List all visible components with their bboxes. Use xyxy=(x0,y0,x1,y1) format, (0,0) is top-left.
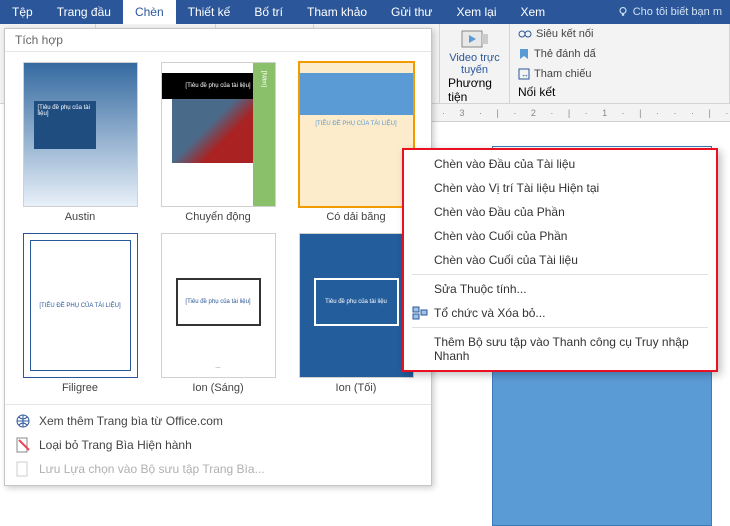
tab-design[interactable]: Thiết kế xyxy=(176,0,243,24)
tab-references[interactable]: Tham khảo xyxy=(295,0,379,24)
organize-icon xyxy=(412,305,428,321)
online-video-button[interactable]: Video trực tuyến xyxy=(448,28,501,76)
save-gallery-icon xyxy=(15,461,31,477)
gallery-section-title: Tích hợp xyxy=(5,29,431,52)
lightbulb-icon xyxy=(617,6,629,18)
context-organize-delete[interactable]: Tổ chức và Xóa bỏ... xyxy=(406,301,714,325)
gallery-item-codaibang[interactable]: [TIÊU ĐỀ PHỤ CỦA TÀI LIỆU] Có dải băng xyxy=(295,62,417,223)
gallery-item-filigree[interactable]: [TIÊU ĐỀ PHỤ CỦA TÀI LIỆU] Filigree xyxy=(19,233,141,394)
bookmark-label: Thẻ đánh dấ xyxy=(534,48,596,60)
separator xyxy=(412,327,708,328)
tab-home[interactable]: Trang đầu xyxy=(45,0,123,24)
tab-view[interactable]: Xem xyxy=(508,0,557,24)
remove-page-icon xyxy=(15,437,31,453)
links-group-label: Nối kết xyxy=(518,85,721,99)
separator xyxy=(412,274,708,275)
crossref-icon: ↔ xyxy=(518,68,530,80)
gallery-item-ionsang[interactable]: [Tiêu đề phụ của tài liệu] — Ion (Sáng) xyxy=(157,233,279,394)
context-edit-properties[interactable]: Sửa Thuộc tính... xyxy=(406,277,714,301)
tell-me-search[interactable]: Cho tôi biết bạn m xyxy=(609,6,730,18)
context-add-qat[interactable]: Thêm Bộ sưu tập vào Thanh công cụ Truy n… xyxy=(406,330,714,368)
crossref-button[interactable]: ↔ Tham chiếu xyxy=(518,68,721,80)
context-insert-doc-begin[interactable]: Chèn vào Đầu của Tài liệu xyxy=(406,152,714,176)
media-group-label: Phương tiện xyxy=(448,76,501,104)
context-insert-section-begin[interactable]: Chèn vào Đầu của Phần xyxy=(406,200,714,224)
tab-layout[interactable]: Bố trí xyxy=(242,0,295,24)
gallery-item-chuyendong[interactable]: [Tiêu đề phụ của tài liệu] [Năm] Chuyển … xyxy=(157,62,279,223)
save-selection-button: Lưu Lựa chọn vào Bộ sưu tập Trang Bìa... xyxy=(5,457,431,481)
gallery-item-iontoi[interactable]: Tiêu đề phụ của tài liệu Ion (Tối) xyxy=(295,233,417,394)
svg-text:↔: ↔ xyxy=(521,70,529,79)
tab-insert[interactable]: Chèn xyxy=(123,0,176,24)
tab-review[interactable]: Xem lại xyxy=(444,0,508,24)
gallery-footer: Xem thêm Trang bìa từ Office.com Loại bỏ… xyxy=(5,404,431,485)
hyperlink-button[interactable]: Siêu kết nối xyxy=(518,28,721,40)
tab-file[interactable]: Tệp xyxy=(0,0,45,24)
context-insert-doc-end[interactable]: Chèn vào Cuối của Tài liệu xyxy=(406,248,714,272)
online-video-label: Video trực tuyến xyxy=(448,52,501,76)
horizontal-ruler[interactable]: · 3 · | · 2 · | · 1 · | · · · | · 1 · | … xyxy=(432,104,730,122)
context-insert-current[interactable]: Chèn vào Vị trí Tài liệu Hiện tại xyxy=(406,176,714,200)
bookmark-icon xyxy=(518,48,530,60)
link-icon xyxy=(518,29,532,39)
cover-page-gallery: Tích hợp [Tiêu đề phụ của tài liệu] Aust… xyxy=(4,28,432,486)
bookmark-button[interactable]: Thẻ đánh dấ xyxy=(518,48,721,60)
remove-cover-button[interactable]: Loại bỏ Trang Bìa Hiện hành xyxy=(5,433,431,457)
context-insert-section-end[interactable]: Chèn vào Cuối của Phần xyxy=(406,224,714,248)
hyperlink-label: Siêu kết nối xyxy=(536,28,593,40)
more-from-office-button[interactable]: Xem thêm Trang bìa từ Office.com xyxy=(5,409,431,433)
gallery-item-austin[interactable]: [Tiêu đề phụ của tài liệu] Austin xyxy=(19,62,141,223)
context-menu: Chèn vào Đầu của Tài liệu Chèn vào Vị tr… xyxy=(402,148,718,372)
tell-me-text: Cho tôi biết bạn m xyxy=(633,6,722,18)
globe-icon xyxy=(15,413,31,429)
tab-bar: Tệp Trang đầu Chèn Thiết kế Bố trí Tham … xyxy=(0,0,730,24)
tab-mailings[interactable]: Gửi thư xyxy=(379,0,444,24)
crossref-label: Tham chiếu xyxy=(534,68,591,80)
video-icon xyxy=(461,28,489,50)
